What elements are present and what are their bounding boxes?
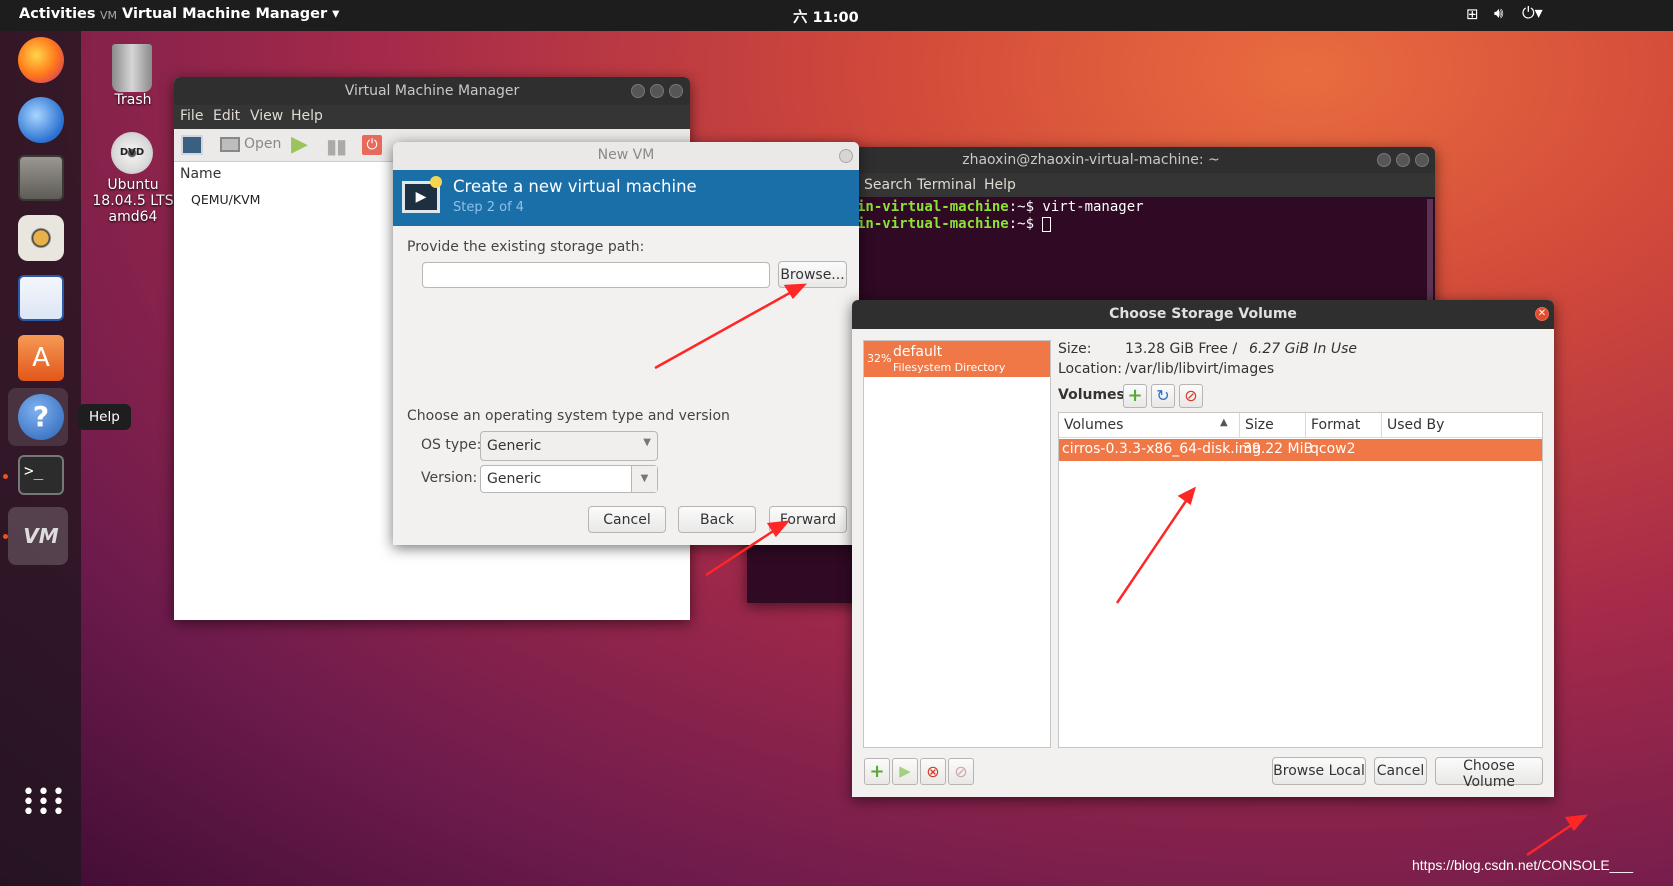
arrow-to-volume	[1115, 497, 1190, 604]
arrow-to-browse	[654, 288, 796, 370]
arrow-head	[1177, 486, 1196, 506]
arrow-to-choose-volume	[1526, 820, 1577, 857]
annotation-arrows	[654, 283, 1588, 857]
arrow-to-forward	[705, 526, 779, 577]
arrow-head	[783, 283, 807, 300]
watermark: https://blog.csdn.net/CONSOLE___	[1412, 857, 1634, 873]
